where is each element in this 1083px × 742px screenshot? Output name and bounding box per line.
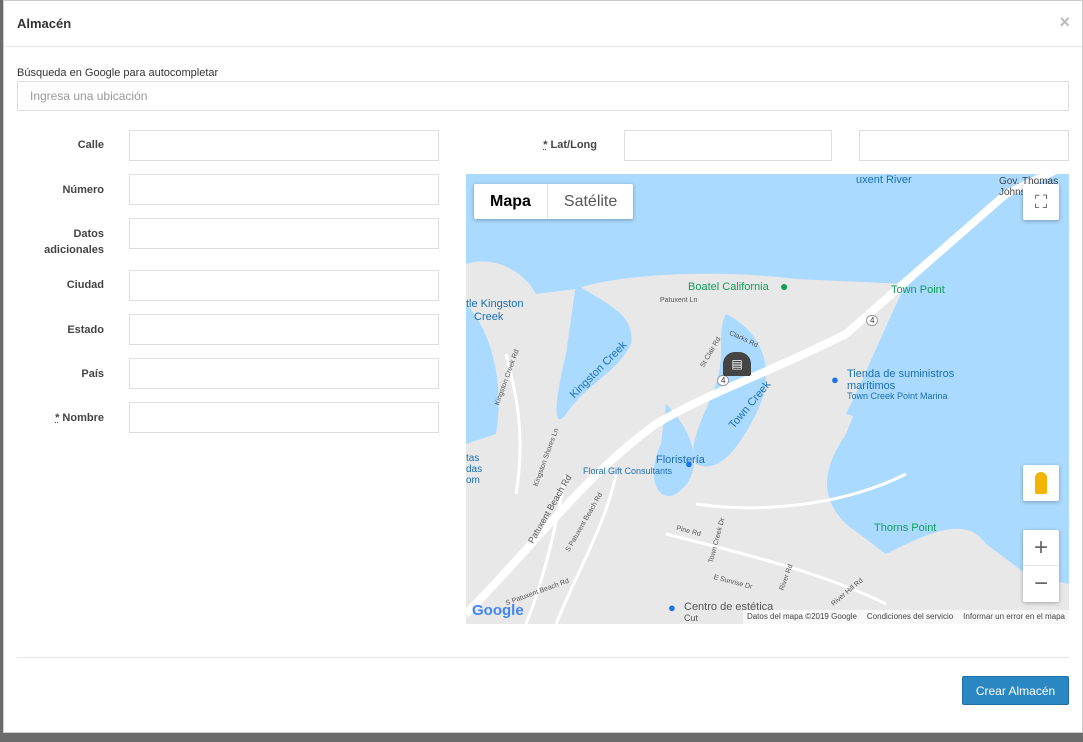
google-map[interactable]: uxent River Gov. Thomas Johns Boatel Cal… xyxy=(466,174,1069,624)
nombre-label-text: Nombre xyxy=(59,412,104,424)
latlong-label: * Lat/Long xyxy=(497,137,597,153)
floristeria-label: Floristería xyxy=(656,454,705,466)
pais-label: País xyxy=(81,368,104,380)
terms-link[interactable]: Condiciones del servicio xyxy=(867,612,953,622)
plus-icon: + xyxy=(1033,533,1048,561)
zoom-control: + − xyxy=(1023,530,1059,602)
cut-label: Cut xyxy=(684,613,699,623)
tas-label3: om xyxy=(466,475,480,486)
modal-dialog: Almacén × Búsqueda en Google para autoco… xyxy=(3,0,1083,733)
zoom-in-button[interactable]: + xyxy=(1023,530,1059,566)
estado-input[interactable] xyxy=(129,314,439,345)
warehouse-marker-icon[interactable]: ▤ xyxy=(723,352,751,376)
map-data-credit: Datos del mapa ©2019 Google xyxy=(746,612,857,621)
street-view-button[interactable] xyxy=(1023,465,1059,501)
numero-label: Número xyxy=(62,184,104,196)
nombre-label: * Nombre xyxy=(4,410,104,426)
calle-input[interactable] xyxy=(129,130,439,161)
footer-divider xyxy=(17,657,1069,658)
datos-adicionales-input[interactable] xyxy=(129,218,439,249)
map-type-control: Mapa Satélite xyxy=(474,184,634,219)
minus-icon: − xyxy=(1033,570,1048,597)
floral-label: Floral Gift Consultants xyxy=(583,466,673,476)
town-point-label: Town Point xyxy=(891,284,945,296)
patuxent-ln-label: Patuxent Ln xyxy=(660,297,698,304)
nombre-input[interactable] xyxy=(129,402,439,433)
report-error-link[interactable]: Informar un error en el mapa xyxy=(963,612,1065,622)
google-logo[interactable]: Google xyxy=(472,602,524,619)
calle-label: Calle xyxy=(77,139,104,151)
pais-input[interactable] xyxy=(129,358,439,389)
store-pin-icon[interactable]: ● xyxy=(831,372,839,387)
datos-label-line2: adicionales xyxy=(44,244,104,256)
floristeria-pin-icon[interactable]: ● xyxy=(685,456,693,471)
fullscreen-icon: ⛶ xyxy=(1034,191,1048,212)
datos-label-line1: Datos xyxy=(73,228,104,240)
zoom-out-button[interactable]: − xyxy=(1023,566,1059,602)
tas-label: tas xyxy=(466,453,480,464)
map-canvas[interactable] xyxy=(466,174,1069,624)
location-search-input[interactable] xyxy=(17,81,1069,111)
tas-label2: das xyxy=(466,464,483,475)
latitude-input[interactable] xyxy=(624,130,832,161)
map-type-map-button[interactable]: Mapa xyxy=(474,184,548,219)
pegman-icon xyxy=(1035,472,1047,494)
longitude-input[interactable] xyxy=(859,130,1069,161)
modal-header: Almacén × xyxy=(4,1,1082,47)
latlong-label-text: Lat/Long xyxy=(547,139,597,151)
datos-adicionales-label: Datos adicionales xyxy=(4,226,104,258)
creek-label: Creek xyxy=(474,311,504,323)
tienda-label: Tienda de suministros xyxy=(847,368,955,380)
poi-boatel-label: Boatel California xyxy=(688,281,769,293)
map-type-satellite-button[interactable]: Satélite xyxy=(548,184,633,219)
modal-title: Almacén xyxy=(17,16,72,31)
ciudad-input[interactable] xyxy=(129,270,439,301)
poi-pin-icon[interactable]: ● xyxy=(780,278,788,294)
search-label: Búsqueda en Google para autocompletar xyxy=(17,67,219,79)
thorns-point-label: Thorns Point xyxy=(874,522,937,534)
poi-gov-label2: Johns xyxy=(999,187,1026,198)
fullscreen-button[interactable]: ⛶ xyxy=(1023,184,1059,220)
map-attribution: Datos del mapa ©2019 Google Condiciones … xyxy=(742,610,1069,624)
river-label: uxent River xyxy=(856,174,912,186)
kingston-label: tle Kingston xyxy=(466,298,524,310)
ciudad-label: Ciudad xyxy=(66,279,104,291)
tienda-label3: Town Creek Point Marina xyxy=(847,391,948,401)
estado-label: Estado xyxy=(67,324,104,336)
numero-input[interactable] xyxy=(129,174,439,205)
centro-pin-icon[interactable]: ● xyxy=(668,600,676,615)
create-warehouse-button[interactable]: Crear Almacén xyxy=(962,676,1069,705)
close-button[interactable]: × xyxy=(1059,12,1070,33)
